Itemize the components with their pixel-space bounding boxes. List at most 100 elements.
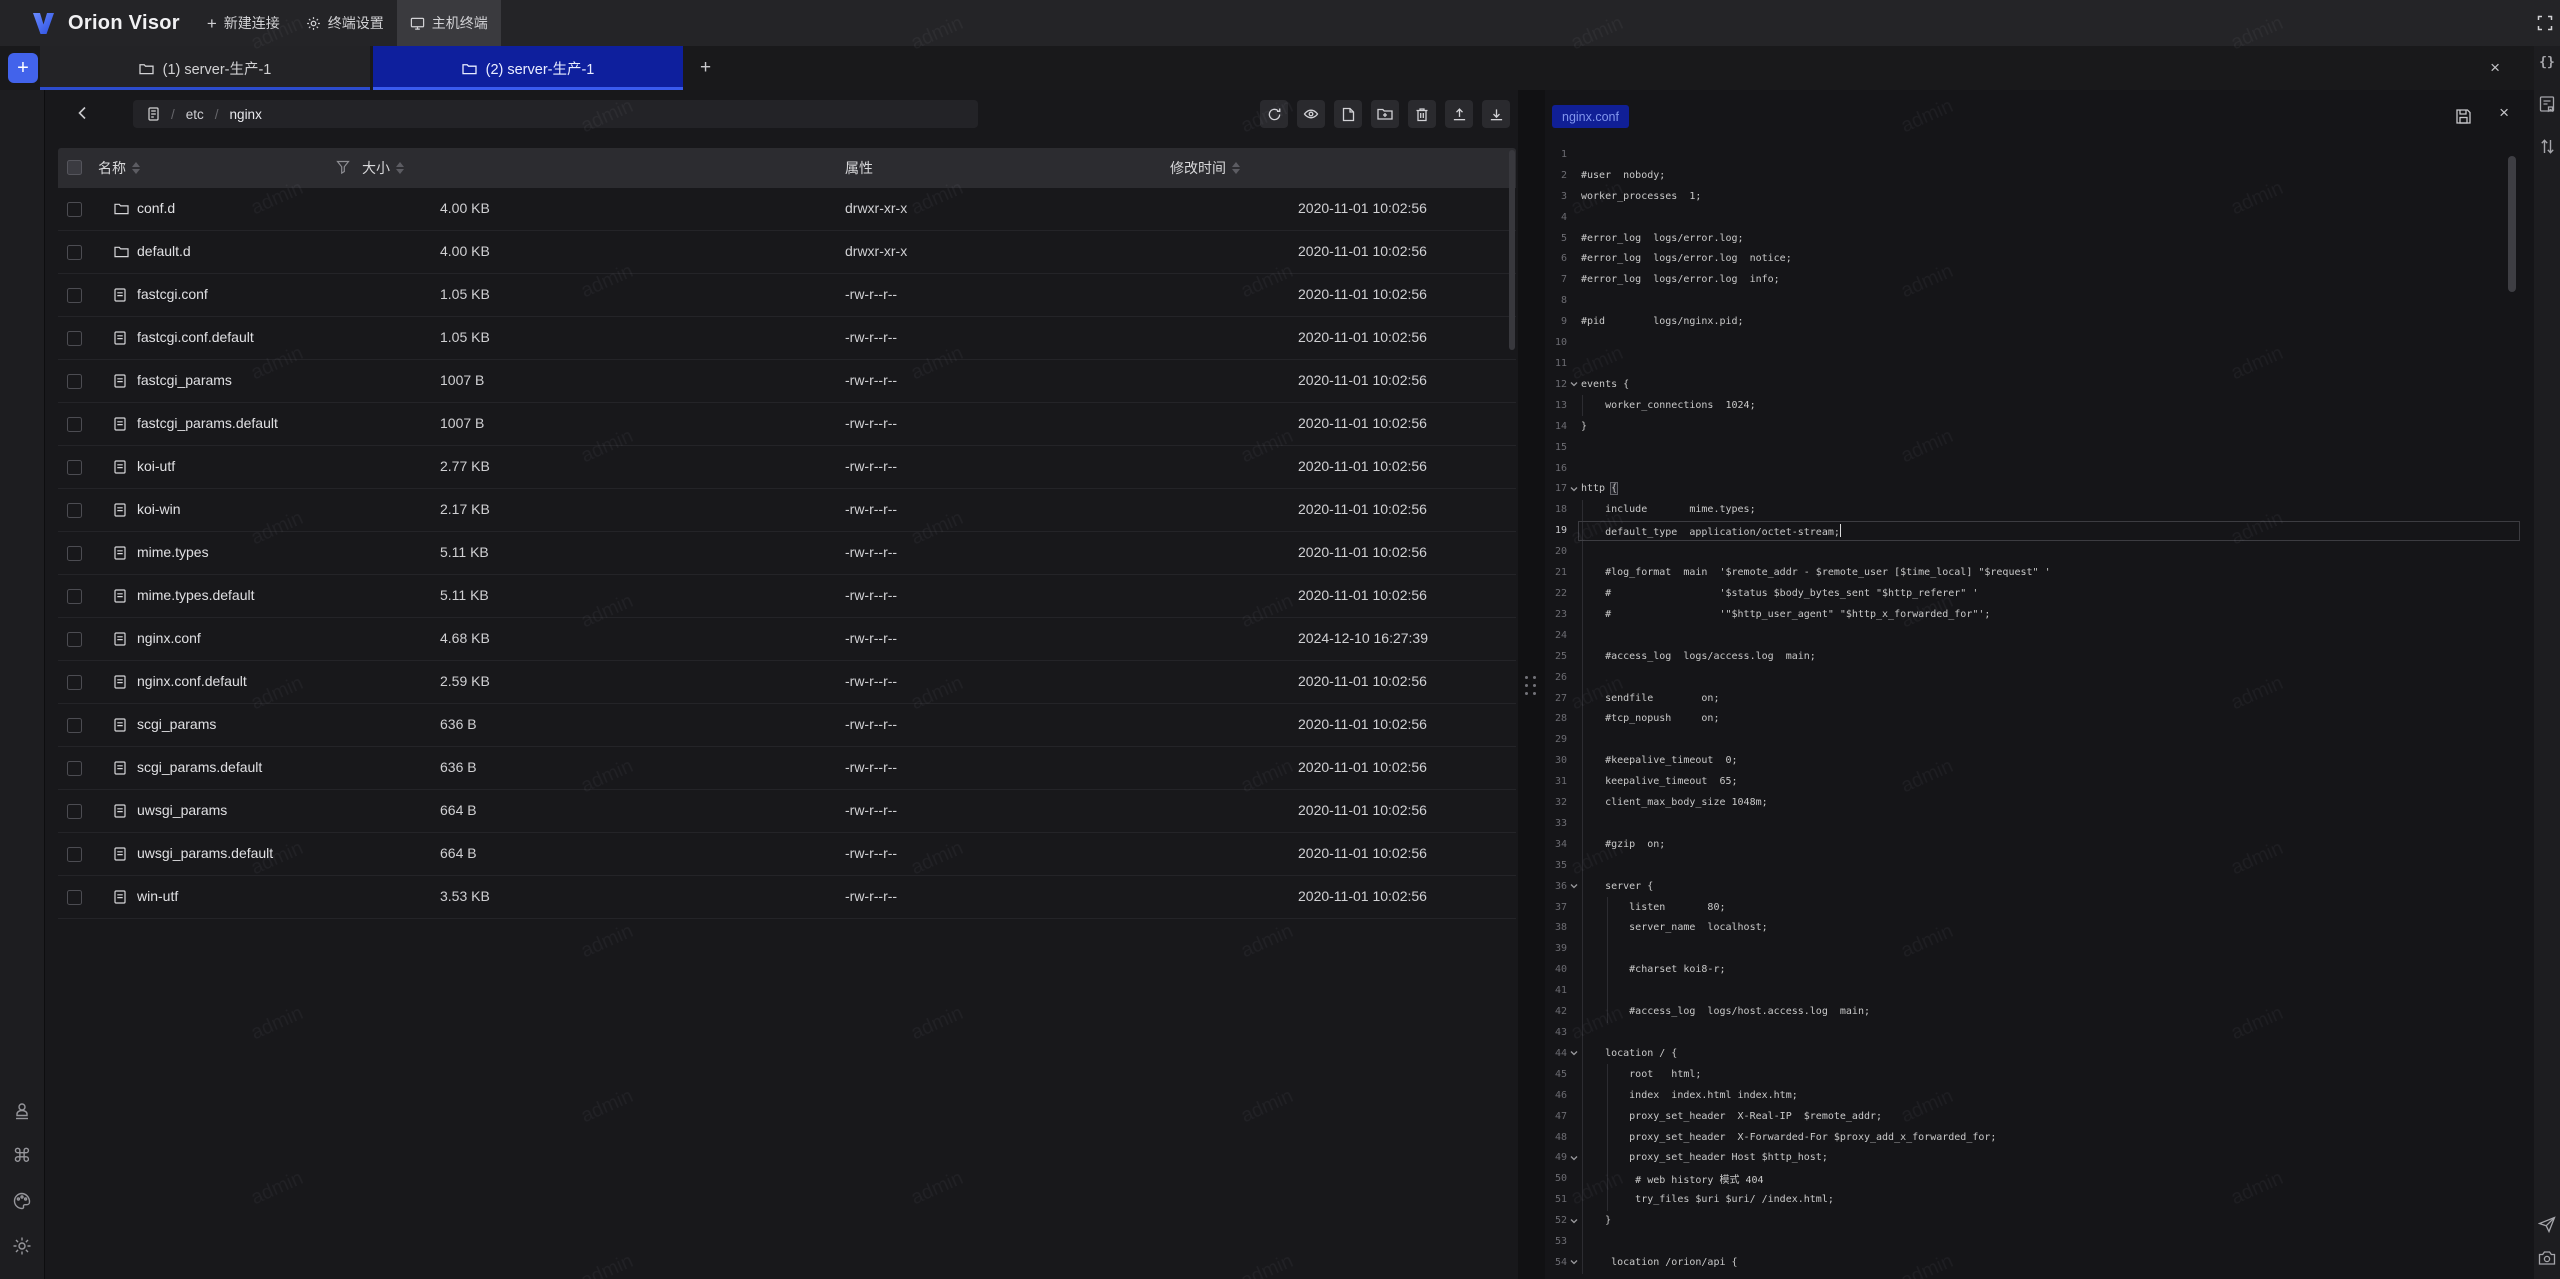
filter-icon[interactable] xyxy=(336,160,350,174)
editor-line[interactable]: 46 index index.html index.htm; xyxy=(1545,1085,2534,1106)
file-name[interactable]: nginx.conf.default xyxy=(137,673,247,689)
table-row[interactable]: uwsgi_params.default 664 B -rw-r--r-- 20… xyxy=(58,833,1516,876)
table-row[interactable]: mime.types.default 5.11 KB -rw-r--r-- 20… xyxy=(58,575,1516,618)
column-header-name[interactable]: 名称 xyxy=(98,148,140,188)
editor-line[interactable]: 49 proxy_set_header Host $http_host; xyxy=(1545,1148,2534,1169)
row-checkbox[interactable] xyxy=(67,718,82,733)
table-row[interactable]: scgi_params.default 636 B -rw-r--r-- 202… xyxy=(58,747,1516,790)
editor-line[interactable]: 25 #access_log logs/access.log main; xyxy=(1545,646,2534,667)
editor-line[interactable]: 6#error_log logs/error.log notice; xyxy=(1545,249,2534,270)
row-checkbox[interactable] xyxy=(67,288,82,303)
editor-line[interactable]: 28 #tcp_nopush on; xyxy=(1545,708,2534,729)
editor-line[interactable]: 18 include mime.types; xyxy=(1545,499,2534,520)
editor-line[interactable]: 11 xyxy=(1545,353,2534,374)
editor-line[interactable]: 13 worker_connections 1024; xyxy=(1545,395,2534,416)
settings-gear-icon[interactable] xyxy=(11,1235,33,1257)
menu-host-terminal[interactable]: 主机终端 xyxy=(397,0,501,46)
editor-line[interactable]: 37 listen 80; xyxy=(1545,897,2534,918)
table-row[interactable]: default.d 4.00 KB drwxr-xr-x 2020-11-01 … xyxy=(58,231,1516,274)
editor-line[interactable]: 45 root html; xyxy=(1545,1064,2534,1085)
editor-line[interactable]: 4 xyxy=(1545,207,2534,228)
row-checkbox[interactable] xyxy=(67,761,82,776)
editor-line[interactable]: 33 xyxy=(1545,813,2534,834)
table-row[interactable]: fastcgi.conf 1.05 KB -rw-r--r-- 2020-11-… xyxy=(58,274,1516,317)
column-header-size[interactable]: 大小 xyxy=(362,148,404,188)
editor-line[interactable]: 17http { xyxy=(1545,479,2534,500)
file-name[interactable]: fastcgi_params.default xyxy=(137,415,278,431)
tab-server-2[interactable]: (2) server-生产-1 xyxy=(373,46,683,90)
editor-line[interactable]: 43 xyxy=(1545,1022,2534,1043)
row-checkbox[interactable] xyxy=(67,804,82,819)
new-file-button[interactable] xyxy=(1334,100,1362,128)
document-bookmark-icon[interactable] xyxy=(2538,95,2556,113)
table-row[interactable]: fastcgi.conf.default 1.05 KB -rw-r--r-- … xyxy=(58,317,1516,360)
editor-line[interactable]: 9#pid logs/nginx.pid; xyxy=(1545,311,2534,332)
table-row[interactable]: win-utf 3.53 KB -rw-r--r-- 2020-11-01 10… xyxy=(58,876,1516,919)
file-name[interactable]: default.d xyxy=(137,243,191,259)
user-icon[interactable] xyxy=(11,1100,33,1122)
menu-new-connection[interactable]: + 新建连接 xyxy=(194,0,293,46)
row-checkbox[interactable] xyxy=(67,546,82,561)
editor-line[interactable]: 30 #keepalive_timeout 0; xyxy=(1545,750,2534,771)
row-checkbox[interactable] xyxy=(67,503,82,518)
table-row[interactable]: nginx.conf.default 2.59 KB -rw-r--r-- 20… xyxy=(58,661,1516,704)
row-checkbox[interactable] xyxy=(67,331,82,346)
row-checkbox[interactable] xyxy=(67,374,82,389)
send-icon[interactable] xyxy=(2538,1216,2556,1233)
editor-line[interactable]: 19 default_type application/octet-stream… xyxy=(1545,520,2534,541)
editor-line[interactable]: 20 xyxy=(1545,541,2534,562)
file-name[interactable]: conf.d xyxy=(137,200,175,216)
show-hidden-eye-button[interactable] xyxy=(1297,100,1325,128)
editor-line[interactable]: 38 server_name localhost; xyxy=(1545,918,2534,939)
new-folder-button[interactable] xyxy=(1371,100,1399,128)
table-row[interactable]: conf.d 4.00 KB drwxr-xr-x 2020-11-01 10:… xyxy=(58,188,1516,231)
editor-line[interactable]: 44 location / { xyxy=(1545,1043,2534,1064)
upload-button[interactable] xyxy=(1445,100,1473,128)
close-icon[interactable]: × xyxy=(2490,46,2500,90)
file-name[interactable]: scgi_params.default xyxy=(137,759,262,775)
breadcrumb[interactable]: / etc / nginx xyxy=(133,100,978,128)
column-header-modified[interactable]: 修改时间 xyxy=(1170,148,1240,188)
row-checkbox[interactable] xyxy=(67,847,82,862)
editor-line[interactable]: 16 xyxy=(1545,458,2534,479)
editor-line[interactable]: 24 xyxy=(1545,625,2534,646)
table-row[interactable]: fastcgi_params.default 1007 B -rw-r--r--… xyxy=(58,403,1516,446)
file-name[interactable]: koi-utf xyxy=(137,458,175,474)
panel-resize-handle[interactable] xyxy=(1518,90,1545,1279)
row-checkbox[interactable] xyxy=(67,890,82,905)
editor-line[interactable]: 7#error_log logs/error.log info; xyxy=(1545,269,2534,290)
breadcrumb-segment-etc[interactable]: etc xyxy=(186,107,204,122)
editor-line[interactable]: 54 location /orion/api { xyxy=(1545,1252,2534,1273)
editor-line[interactable]: 27 sendfile on; xyxy=(1545,688,2534,709)
editor-line[interactable]: 48 proxy_set_header X-Forwarded-For $pro… xyxy=(1545,1127,2534,1148)
close-editor-icon[interactable]: × xyxy=(2499,103,2509,123)
row-checkbox[interactable] xyxy=(67,589,82,604)
file-name[interactable]: uwsgi_params.default xyxy=(137,845,273,861)
editor-line[interactable]: 23 # '"$http_user_agent" "$http_x_forwar… xyxy=(1545,604,2534,625)
editor-line[interactable]: 32 client_max_body_size 1048m; xyxy=(1545,792,2534,813)
file-name[interactable]: uwsgi_params xyxy=(137,802,227,818)
editor-line[interactable]: 2#user nobody; xyxy=(1545,165,2534,186)
select-all-checkbox[interactable] xyxy=(67,160,82,175)
table-scrollbar[interactable] xyxy=(1509,150,1515,350)
editor-line[interactable]: 15 xyxy=(1545,437,2534,458)
add-tab-icon[interactable]: + xyxy=(700,46,711,90)
editor-line[interactable]: 36 server { xyxy=(1545,876,2534,897)
editor-line[interactable]: 51 try_files $uri $uri/ /index.html; xyxy=(1545,1189,2534,1210)
screenshot-camera-icon[interactable] xyxy=(2538,1250,2556,1266)
save-icon[interactable] xyxy=(2455,108,2472,125)
editor-line[interactable]: 29 xyxy=(1545,729,2534,750)
file-name[interactable]: fastcgi_params xyxy=(137,372,232,388)
editor-line[interactable]: 22 # '$status $body_bytes_sent "$http_re… xyxy=(1545,583,2534,604)
editor-line[interactable]: 3worker_processes 1; xyxy=(1545,186,2534,207)
new-connection-button[interactable]: + xyxy=(8,53,38,83)
fullscreen-icon[interactable] xyxy=(2537,15,2553,31)
table-row[interactable]: fastcgi_params 1007 B -rw-r--r-- 2020-11… xyxy=(58,360,1516,403)
file-name[interactable]: mime.types xyxy=(137,544,209,560)
tab-server-1[interactable]: (1) server-生产-1 xyxy=(40,46,370,90)
editor-line[interactable]: 21 #log_format main '$remote_addr - $rem… xyxy=(1545,562,2534,583)
editor-file-tab[interactable]: nginx.conf xyxy=(1552,105,1629,128)
editor-line[interactable]: 1 xyxy=(1545,144,2534,165)
file-name[interactable]: fastcgi.conf.default xyxy=(137,329,254,345)
breadcrumb-segment-nginx[interactable]: nginx xyxy=(230,107,262,122)
